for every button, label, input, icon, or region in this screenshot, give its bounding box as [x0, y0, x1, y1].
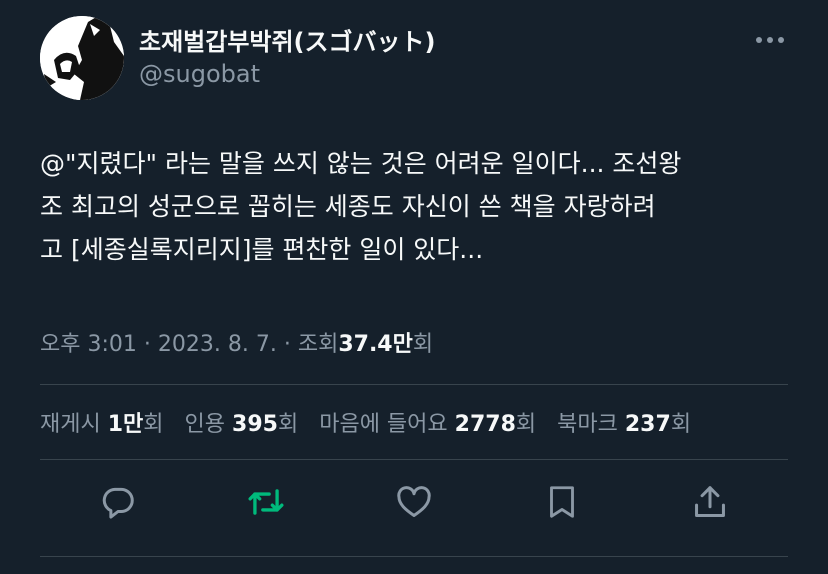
retweet-button[interactable]	[246, 482, 286, 522]
more-icon[interactable]	[752, 28, 788, 52]
tweet-line: @"지렸다" 라는 말을 쓰지 않는 것은 어려운 일이다... 조선왕	[40, 149, 682, 178]
tweet-meta: 오후 3:01 · 2023. 8. 7. · 조회37.4만회	[40, 326, 433, 358]
bookmarks-stat[interactable]: 북마크 237회	[557, 412, 691, 437]
action-bar	[0, 482, 828, 522]
retweets-stat[interactable]: 재게시 1만회	[40, 412, 164, 437]
reply-icon	[102, 487, 134, 519]
tweet-date[interactable]: 2023. 8. 7.	[158, 332, 277, 357]
divider	[40, 556, 788, 557]
meta-separator: ·	[143, 332, 151, 357]
retweet-icon	[248, 489, 284, 515]
engagement-stats: 재게시 1만회 인용 395회 마음에 들어요 2778회 북마크 237회	[40, 406, 705, 438]
tweet-line: 조 최고의 성군으로 꼽히는 세종도 자신이 쓴 책을 자랑하려	[40, 192, 656, 221]
divider	[40, 459, 788, 460]
tweet-text: @"지렸다" 라는 말을 쓰지 않는 것은 어려운 일이다... 조선왕 조 최…	[40, 142, 800, 271]
display-name[interactable]: 초재벌갑부박쥐(スゴバット)	[139, 22, 436, 57]
quotes-stat[interactable]: 인용 395회	[185, 412, 299, 437]
divider	[40, 384, 788, 385]
reply-button[interactable]	[98, 482, 138, 522]
tweet-time[interactable]: 오후 3:01	[40, 332, 137, 357]
handle[interactable]: @sugobat	[139, 60, 260, 88]
like-button[interactable]	[394, 482, 434, 522]
share-icon	[695, 486, 725, 517]
views-count: 37.4만	[338, 332, 413, 357]
heart-icon	[397, 486, 431, 517]
bookmark-icon	[550, 486, 574, 518]
share-button[interactable]	[690, 482, 730, 522]
views-suffix: 회	[412, 332, 434, 357]
views-label: 조회	[297, 332, 339, 357]
tweet-line: 고 [세종실록지리지]를 편찬한 일이 있다...	[40, 235, 484, 264]
bookmark-button[interactable]	[542, 482, 582, 522]
avatar[interactable]	[40, 16, 124, 100]
meta-separator: ·	[283, 332, 291, 357]
likes-stat[interactable]: 마음에 들어요 2778회	[319, 412, 536, 437]
